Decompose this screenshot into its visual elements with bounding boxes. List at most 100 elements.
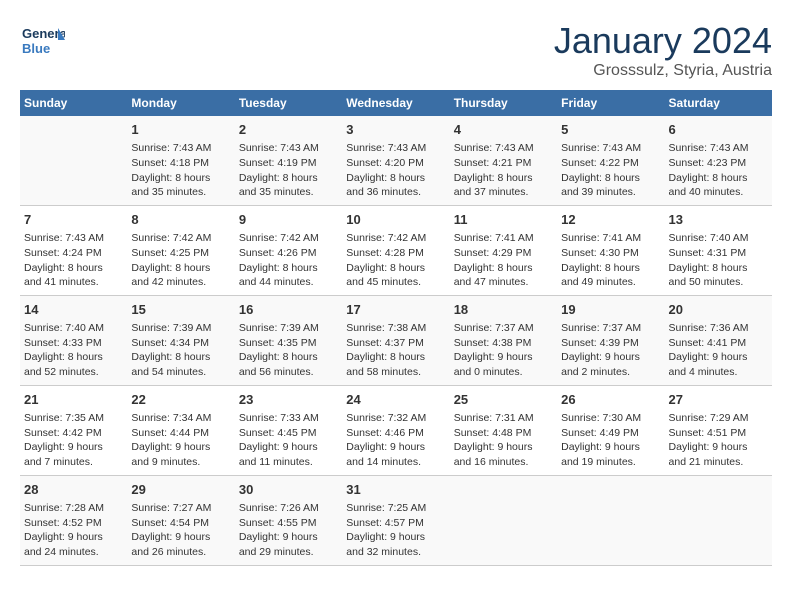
cell-info: Sunrise: 7:43 AM Sunset: 4:24 PM Dayligh…	[24, 231, 123, 290]
calendar-cell: 4 Sunrise: 7:43 AM Sunset: 4:21 PM Daylig…	[450, 116, 557, 205]
day-number: 12	[561, 211, 660, 229]
calendar-cell: 23 Sunrise: 7:33 AM Sunset: 4:45 PM Dayli…	[235, 385, 342, 475]
calendar-cell: 5 Sunrise: 7:43 AM Sunset: 4:22 PM Daylig…	[557, 116, 664, 205]
calendar-cell: 1 Sunrise: 7:43 AM Sunset: 4:18 PM Daylig…	[127, 116, 234, 205]
weekday-header-tuesday: Tuesday	[235, 90, 342, 116]
day-number: 1	[131, 121, 230, 139]
cell-info: Sunrise: 7:43 AM Sunset: 4:18 PM Dayligh…	[131, 141, 230, 200]
day-number: 5	[561, 121, 660, 139]
cell-info: Sunrise: 7:42 AM Sunset: 4:28 PM Dayligh…	[346, 231, 445, 290]
calendar-cell: 21 Sunrise: 7:35 AM Sunset: 4:42 PM Dayli…	[20, 385, 127, 475]
calendar-week-row: 21 Sunrise: 7:35 AM Sunset: 4:42 PM Dayli…	[20, 385, 772, 475]
calendar-cell: 13 Sunrise: 7:40 AM Sunset: 4:31 PM Dayli…	[665, 205, 772, 295]
day-number: 14	[24, 301, 123, 319]
cell-info: Sunrise: 7:37 AM Sunset: 4:39 PM Dayligh…	[561, 321, 660, 380]
cell-info: Sunrise: 7:41 AM Sunset: 4:29 PM Dayligh…	[454, 231, 553, 290]
calendar-cell: 7 Sunrise: 7:43 AM Sunset: 4:24 PM Daylig…	[20, 205, 127, 295]
logo: General Blue	[20, 20, 65, 60]
day-number: 29	[131, 481, 230, 499]
cell-info: Sunrise: 7:38 AM Sunset: 4:37 PM Dayligh…	[346, 321, 445, 380]
cell-info: Sunrise: 7:27 AM Sunset: 4:54 PM Dayligh…	[131, 501, 230, 560]
day-number: 22	[131, 391, 230, 409]
calendar-cell: 29 Sunrise: 7:27 AM Sunset: 4:54 PM Dayli…	[127, 475, 234, 565]
cell-info: Sunrise: 7:41 AM Sunset: 4:30 PM Dayligh…	[561, 231, 660, 290]
day-number: 15	[131, 301, 230, 319]
day-number: 7	[24, 211, 123, 229]
calendar-cell: 8 Sunrise: 7:42 AM Sunset: 4:25 PM Daylig…	[127, 205, 234, 295]
header: General Blue January 2024 Grosssulz, Sty…	[20, 20, 772, 80]
calendar-cell: 27 Sunrise: 7:29 AM Sunset: 4:51 PM Dayli…	[665, 385, 772, 475]
cell-info: Sunrise: 7:35 AM Sunset: 4:42 PM Dayligh…	[24, 411, 123, 470]
day-number: 31	[346, 481, 445, 499]
calendar-cell: 9 Sunrise: 7:42 AM Sunset: 4:26 PM Daylig…	[235, 205, 342, 295]
cell-info: Sunrise: 7:39 AM Sunset: 4:34 PM Dayligh…	[131, 321, 230, 380]
calendar-cell: 12 Sunrise: 7:41 AM Sunset: 4:30 PM Dayli…	[557, 205, 664, 295]
calendar-cell: 28 Sunrise: 7:28 AM Sunset: 4:52 PM Dayli…	[20, 475, 127, 565]
calendar-cell: 16Sunrise: 7:39 AM Sunset: 4:35 PM Dayli…	[235, 295, 342, 385]
day-number: 28	[24, 481, 123, 499]
day-number: 27	[669, 391, 768, 409]
calendar-cell	[20, 116, 127, 205]
day-number: 10	[346, 211, 445, 229]
cell-info: Sunrise: 7:43 AM Sunset: 4:19 PM Dayligh…	[239, 141, 338, 200]
day-number: 8	[131, 211, 230, 229]
cell-info: Sunrise: 7:43 AM Sunset: 4:20 PM Dayligh…	[346, 141, 445, 200]
cell-info: Sunrise: 7:39 AM Sunset: 4:35 PM Dayligh…	[239, 321, 338, 380]
day-number: 23	[239, 391, 338, 409]
cell-info: Sunrise: 7:25 AM Sunset: 4:57 PM Dayligh…	[346, 501, 445, 560]
weekday-header-wednesday: Wednesday	[342, 90, 449, 116]
weekday-header-friday: Friday	[557, 90, 664, 116]
cell-info: Sunrise: 7:42 AM Sunset: 4:26 PM Dayligh…	[239, 231, 338, 290]
day-number: 11	[454, 211, 553, 229]
cell-info: Sunrise: 7:43 AM Sunset: 4:21 PM Dayligh…	[454, 141, 553, 200]
calendar-cell: 19 Sunrise: 7:37 AM Sunset: 4:39 PM Dayli…	[557, 295, 664, 385]
day-number: 9	[239, 211, 338, 229]
weekday-header-row: SundayMondayTuesdayWednesdayThursdayFrid…	[20, 90, 772, 116]
calendar-cell: 20Sunrise: 7:36 AM Sunset: 4:41 PM Dayli…	[665, 295, 772, 385]
day-number: 4	[454, 121, 553, 139]
calendar-cell: 18Sunrise: 7:37 AM Sunset: 4:38 PM Dayli…	[450, 295, 557, 385]
svg-text:Blue: Blue	[22, 41, 50, 56]
cell-info: Sunrise: 7:26 AM Sunset: 4:55 PM Dayligh…	[239, 501, 338, 560]
calendar-cell: 25Sunrise: 7:31 AM Sunset: 4:48 PM Dayli…	[450, 385, 557, 475]
title-section: January 2024 Grosssulz, Styria, Austria	[554, 20, 772, 80]
cell-info: Sunrise: 7:37 AM Sunset: 4:38 PM Dayligh…	[454, 321, 553, 380]
day-number: 17	[346, 301, 445, 319]
calendar-week-row: 1 Sunrise: 7:43 AM Sunset: 4:18 PM Daylig…	[20, 116, 772, 205]
day-number: 20	[669, 301, 768, 319]
calendar-cell: 22 Sunrise: 7:34 AM Sunset: 4:44 PM Dayli…	[127, 385, 234, 475]
day-number: 19	[561, 301, 660, 319]
calendar-cell: 11 Sunrise: 7:41 AM Sunset: 4:29 PM Dayli…	[450, 205, 557, 295]
cell-info: Sunrise: 7:42 AM Sunset: 4:25 PM Dayligh…	[131, 231, 230, 290]
cell-info: Sunrise: 7:40 AM Sunset: 4:31 PM Dayligh…	[669, 231, 768, 290]
calendar-cell: 26 Sunrise: 7:30 AM Sunset: 4:49 PM Dayli…	[557, 385, 664, 475]
calendar-table: SundayMondayTuesdayWednesdayThursdayFrid…	[20, 90, 772, 566]
cell-info: Sunrise: 7:32 AM Sunset: 4:46 PM Dayligh…	[346, 411, 445, 470]
calendar-cell: 17 Sunrise: 7:38 AM Sunset: 4:37 PM Dayli…	[342, 295, 449, 385]
weekday-header-saturday: Saturday	[665, 90, 772, 116]
calendar-week-row: 7 Sunrise: 7:43 AM Sunset: 4:24 PM Daylig…	[20, 205, 772, 295]
cell-info: Sunrise: 7:34 AM Sunset: 4:44 PM Dayligh…	[131, 411, 230, 470]
logo-icon: General Blue	[20, 20, 60, 60]
calendar-cell: 15 Sunrise: 7:39 AM Sunset: 4:34 PM Dayli…	[127, 295, 234, 385]
weekday-header-sunday: Sunday	[20, 90, 127, 116]
day-number: 26	[561, 391, 660, 409]
calendar-week-row: 14Sunrise: 7:40 AM Sunset: 4:33 PM Dayli…	[20, 295, 772, 385]
calendar-cell: 2 Sunrise: 7:43 AM Sunset: 4:19 PM Daylig…	[235, 116, 342, 205]
cell-info: Sunrise: 7:31 AM Sunset: 4:48 PM Dayligh…	[454, 411, 553, 470]
calendar-cell: 24 Sunrise: 7:32 AM Sunset: 4:46 PM Dayli…	[342, 385, 449, 475]
weekday-header-thursday: Thursday	[450, 90, 557, 116]
calendar-cell	[557, 475, 664, 565]
cell-info: Sunrise: 7:43 AM Sunset: 4:22 PM Dayligh…	[561, 141, 660, 200]
day-number: 21	[24, 391, 123, 409]
weekday-header-monday: Monday	[127, 90, 234, 116]
day-number: 24	[346, 391, 445, 409]
cell-info: Sunrise: 7:33 AM Sunset: 4:45 PM Dayligh…	[239, 411, 338, 470]
cell-info: Sunrise: 7:29 AM Sunset: 4:51 PM Dayligh…	[669, 411, 768, 470]
calendar-cell: 14Sunrise: 7:40 AM Sunset: 4:33 PM Dayli…	[20, 295, 127, 385]
calendar-cell: 30Sunrise: 7:26 AM Sunset: 4:55 PM Dayli…	[235, 475, 342, 565]
day-number: 13	[669, 211, 768, 229]
day-number: 2	[239, 121, 338, 139]
cell-info: Sunrise: 7:28 AM Sunset: 4:52 PM Dayligh…	[24, 501, 123, 560]
cell-info: Sunrise: 7:30 AM Sunset: 4:49 PM Dayligh…	[561, 411, 660, 470]
